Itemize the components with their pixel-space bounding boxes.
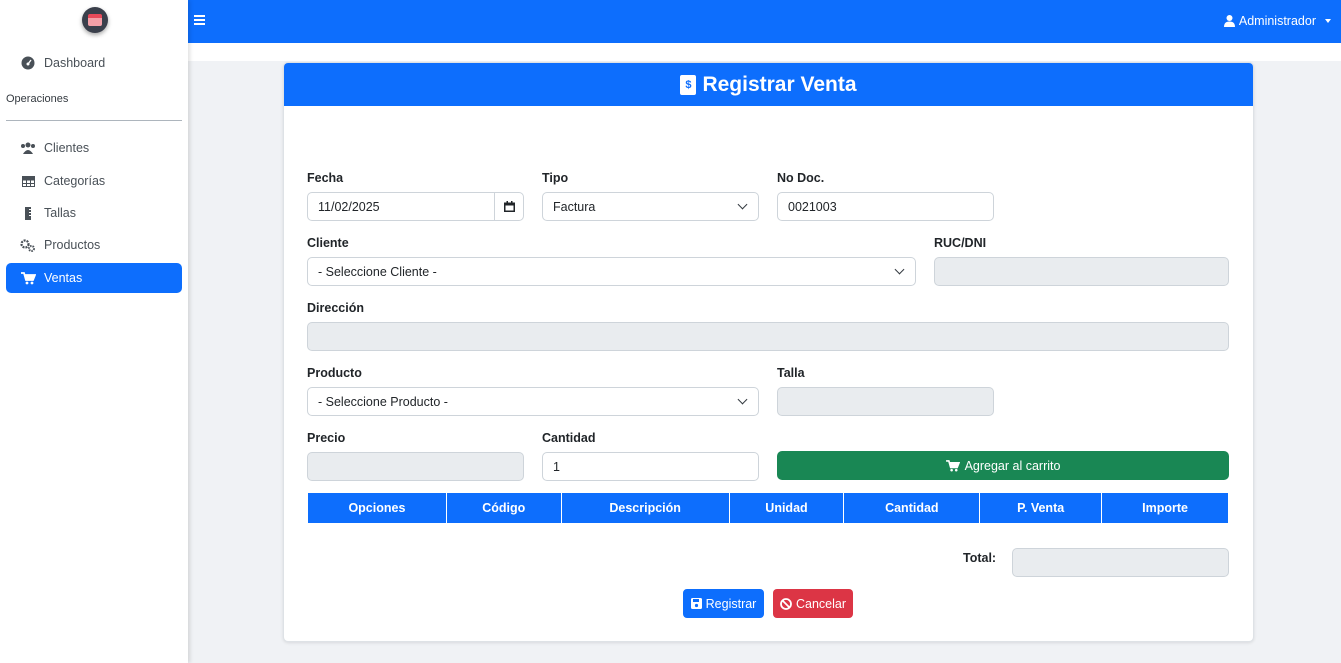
save-icon bbox=[690, 598, 702, 609]
sidebar-item-label: Dashboard bbox=[44, 56, 106, 70]
col-opciones: Opciones bbox=[307, 492, 447, 524]
cart-icon bbox=[945, 459, 960, 471]
sidebar-item-clientes[interactable]: Clientes bbox=[6, 133, 182, 163]
user-menu[interactable]: Administrador bbox=[1223, 14, 1331, 28]
cart-icon bbox=[20, 270, 36, 286]
precio-label: Precio bbox=[307, 431, 346, 445]
menu-toggle-icon[interactable] bbox=[194, 15, 205, 25]
topbar: Administrador bbox=[188, 0, 1341, 43]
sidebar-item-label: Productos bbox=[44, 238, 101, 252]
col-codigo: Código bbox=[445, 492, 562, 524]
col-descripcion: Descripción bbox=[560, 492, 730, 524]
direccion-input bbox=[307, 322, 1229, 351]
cart-table: Opciones Código Descripción Unidad Canti… bbox=[307, 492, 1229, 524]
invoice-icon: $ bbox=[680, 74, 697, 95]
table-header-row: Opciones Código Descripción Unidad Canti… bbox=[307, 492, 1229, 524]
tag-icon bbox=[20, 205, 36, 221]
ruc-label: RUC/DNI bbox=[934, 236, 987, 250]
cancelar-label: Cancelar bbox=[795, 596, 847, 611]
total-label: Total: bbox=[963, 551, 997, 565]
col-importe: Importe bbox=[1101, 492, 1229, 524]
col-cantidad: Cantidad bbox=[843, 492, 981, 524]
tipo-select[interactable]: Factura bbox=[542, 192, 759, 221]
calendar-icon[interactable] bbox=[494, 193, 523, 220]
users-icon bbox=[20, 140, 36, 156]
page-title: Registrar Venta bbox=[702, 72, 857, 96]
sidebar-item-productos[interactable]: Productos bbox=[6, 230, 182, 260]
dashboard-icon bbox=[20, 55, 36, 71]
sidebar-item-label: Clientes bbox=[44, 141, 90, 155]
nodoc-value: 0021003 bbox=[788, 199, 837, 214]
total-input bbox=[1012, 548, 1229, 577]
col-unidad: Unidad bbox=[728, 492, 845, 524]
user-icon bbox=[1223, 15, 1235, 27]
ban-icon bbox=[780, 597, 792, 610]
cantidad-label: Cantidad bbox=[542, 431, 596, 445]
chevron-down-icon bbox=[894, 264, 905, 275]
card-header: $ Registrar Venta bbox=[284, 63, 1253, 106]
producto-select[interactable]: - Seleccione Producto - bbox=[307, 387, 759, 416]
cantidad-value: 1 bbox=[553, 459, 560, 474]
subbar bbox=[188, 43, 1341, 61]
cliente-select[interactable]: - Seleccione Cliente - bbox=[307, 257, 916, 286]
registrar-label: Registrar bbox=[705, 596, 757, 611]
user-name: Administrador bbox=[1238, 14, 1316, 28]
precio-input bbox=[307, 452, 524, 481]
sidebar-item-ventas[interactable]: Ventas bbox=[6, 263, 182, 293]
chevron-down-icon bbox=[737, 394, 748, 405]
sidebar-item-categorias[interactable]: Categorías bbox=[6, 166, 182, 196]
chevron-down-icon bbox=[1325, 19, 1331, 23]
talla-input bbox=[777, 387, 994, 416]
table-icon bbox=[20, 173, 36, 189]
registrar-button[interactable]: Registrar bbox=[683, 589, 764, 618]
section-label: Operaciones bbox=[6, 93, 69, 105]
sidebar-item-tallas[interactable]: Tallas bbox=[6, 198, 182, 228]
nodoc-input[interactable]: 0021003 bbox=[777, 192, 994, 221]
sidebar-item-label: Ventas bbox=[44, 271, 83, 285]
add-to-cart-button[interactable]: Agregar al carrito bbox=[777, 451, 1229, 480]
sidebar-item-label: Tallas bbox=[44, 206, 76, 220]
sidebar: Dashboard Operaciones Clientes Categoría… bbox=[0, 0, 188, 663]
cancelar-button[interactable]: Cancelar bbox=[773, 589, 853, 618]
cliente-value: - Seleccione Cliente - bbox=[318, 264, 437, 279]
col-pventa: P. Venta bbox=[979, 492, 1103, 524]
talla-label: Talla bbox=[777, 366, 805, 380]
producto-label: Producto bbox=[307, 366, 362, 380]
fecha-value: 11/02/2025 bbox=[318, 199, 380, 214]
add-to-cart-label: Agregar al carrito bbox=[964, 458, 1061, 473]
sidebar-item-dashboard[interactable]: Dashboard bbox=[6, 48, 182, 78]
gears-icon bbox=[20, 237, 36, 253]
fecha-input[interactable]: 11/02/2025 bbox=[307, 192, 524, 221]
divider bbox=[6, 120, 182, 121]
cliente-label: Cliente bbox=[307, 236, 349, 250]
chevron-down-icon bbox=[737, 199, 748, 210]
cantidad-input[interactable]: 1 bbox=[542, 452, 759, 481]
sidebar-item-label: Categorías bbox=[44, 174, 106, 188]
store-logo[interactable] bbox=[82, 7, 108, 33]
tipo-label: Tipo bbox=[542, 171, 569, 185]
ruc-input bbox=[934, 257, 1229, 286]
direccion-label: Dirección bbox=[307, 301, 364, 315]
tipo-value: Factura bbox=[553, 199, 596, 214]
nodoc-label: No Doc. bbox=[777, 171, 825, 185]
fecha-label: Fecha bbox=[307, 171, 344, 185]
producto-value: - Seleccione Producto - bbox=[318, 394, 448, 409]
